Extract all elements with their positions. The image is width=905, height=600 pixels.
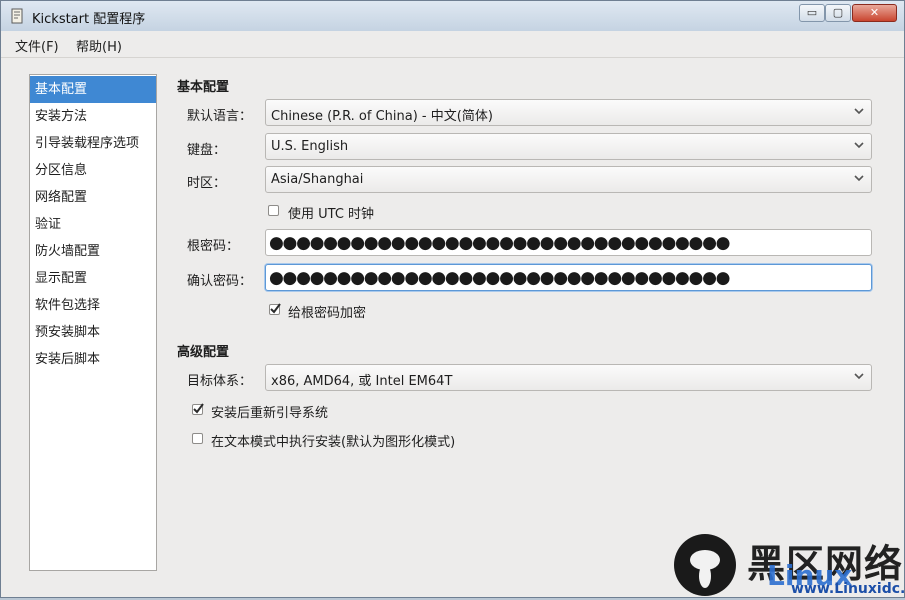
timezone-dropdown[interactable]: Asia/Shanghai: [265, 166, 872, 193]
language-label: 默认语言：: [187, 109, 253, 124]
kickstart-window: Kickstart 配置程序 ▭ ▢ ✕ 文件(F) 帮助(H) 基本配置 安装…: [0, 0, 905, 598]
sidebar-item-pre-script[interactable]: 预安装脚本: [30, 319, 156, 346]
textmode-checkbox[interactable]: [192, 433, 203, 444]
root-password-value: ●●●●●●●●●●●●●●●●●●●●●●●●●●●●●●●●●●: [269, 233, 730, 253]
root-password-label: 根密码：: [187, 239, 240, 254]
menu-help[interactable]: 帮助(H): [76, 36, 122, 55]
confirm-password-field[interactable]: ●●●●●●●●●●●●●●●●●●●●●●●●●●●●●●●●●●: [265, 264, 872, 291]
watermark-url: www.Linuxidc.com: [791, 581, 905, 597]
sidebar-item-firewall[interactable]: 防火墙配置: [30, 238, 156, 265]
chevron-down-icon: [854, 108, 864, 115]
title-bar[interactable]: Kickstart 配置程序 ▭ ▢ ✕: [1, 1, 904, 32]
textmode-label: 在文本模式中执行安装(默认为图形化模式): [211, 435, 456, 450]
confirm-password-value: ●●●●●●●●●●●●●●●●●●●●●●●●●●●●●●●●●●: [269, 268, 730, 288]
utc-checkbox[interactable]: [268, 205, 279, 216]
sidebar-item-install-method[interactable]: 安装方法: [30, 103, 156, 130]
utc-label: 使用 UTC 时钟: [288, 207, 375, 222]
chevron-down-icon: [854, 175, 864, 182]
arch-dropdown[interactable]: x86, AMD64, 或 Intel EM64T: [265, 364, 872, 391]
reboot-label: 安装后重新引导系统: [211, 406, 329, 421]
encrypt-label: 给根密码加密: [288, 306, 367, 321]
sidebar-item-bootloader[interactable]: 引导装载程序选项: [30, 130, 156, 157]
minimize-icon: ▭: [806, 6, 818, 19]
keyboard-value: U.S. English: [271, 139, 349, 154]
maximize-button[interactable]: ▢: [825, 4, 851, 22]
category-list: 基本配置 安装方法 引导装载程序选项 分区信息 网络配置 验证 防火墙配置 显示…: [29, 74, 157, 571]
window-title: Kickstart 配置程序: [32, 12, 146, 27]
maximize-icon: ▢: [832, 6, 844, 19]
app-icon: [11, 8, 23, 24]
keyboard-dropdown[interactable]: U.S. English: [265, 133, 872, 160]
sidebar-item-post-script[interactable]: 安装后脚本: [30, 346, 156, 373]
encrypt-checkbox[interactable]: [269, 303, 281, 315]
root-password-field[interactable]: ●●●●●●●●●●●●●●●●●●●●●●●●●●●●●●●●●●: [265, 229, 872, 256]
arch-value: x86, AMD64, 或 Intel EM64T: [271, 374, 453, 389]
language-dropdown[interactable]: Chinese (P.R. of China) - 中文(简体): [265, 99, 872, 126]
confirm-password-label: 确认密码：: [187, 274, 253, 289]
tux-logo-icon: [674, 534, 736, 596]
chevron-down-icon: [854, 373, 864, 380]
menu-file[interactable]: 文件(F): [15, 36, 59, 55]
reboot-checkbox[interactable]: [192, 403, 204, 415]
checkmark-icon: [270, 303, 281, 314]
checkmark-icon: [193, 403, 204, 414]
language-value: Chinese (P.R. of China) - 中文(简体): [271, 109, 493, 124]
menu-bar: 文件(F) 帮助(H): [1, 31, 904, 58]
sidebar-item-partition[interactable]: 分区信息: [30, 157, 156, 184]
close-icon: ✕: [869, 6, 880, 19]
advanced-config-title: 高级配置: [177, 345, 230, 360]
keyboard-label: 键盘：: [187, 143, 227, 158]
sidebar-item-packages[interactable]: 软件包选择: [30, 292, 156, 319]
sidebar-item-network[interactable]: 网络配置: [30, 184, 156, 211]
watermark-logo: 黑区网络 Linux www.Linuxidc.com: [671, 529, 905, 597]
basic-config-title: 基本配置: [177, 80, 230, 95]
chevron-down-icon: [854, 142, 864, 149]
minimize-button[interactable]: ▭: [799, 4, 825, 22]
timezone-value: Asia/Shanghai: [271, 172, 364, 187]
sidebar-item-basic[interactable]: 基本配置: [30, 76, 156, 103]
sidebar-item-display[interactable]: 显示配置: [30, 265, 156, 292]
sidebar-item-auth[interactable]: 验证: [30, 211, 156, 238]
close-button[interactable]: ✕: [852, 4, 897, 22]
arch-label: 目标体系：: [187, 374, 253, 389]
timezone-label: 时区：: [187, 176, 227, 191]
